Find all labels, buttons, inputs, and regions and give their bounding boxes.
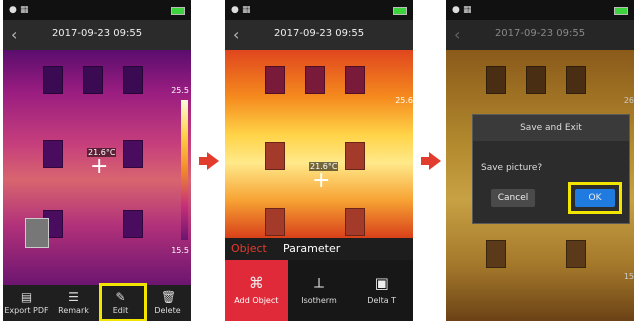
cancel-button[interactable]: Cancel [491,189,535,207]
status-bar: ● ▦ [3,0,191,20]
window [305,66,325,94]
delete-button[interactable]: 🗑 Delete [144,285,191,321]
scale-min-label: 15.5 [171,246,189,255]
crosshair-icon: + [312,168,331,193]
add-object-button[interactable]: ⌘ Add Object [225,260,288,321]
thermal-image: 25.6 21.6°C + [225,50,413,238]
battery-icon [614,7,628,15]
location-icon: ● [9,5,17,15]
status-bar: ● ▦ [446,0,634,20]
image-timestamp: 2017-09-23 09:55 [494,28,586,39]
remark-icon: ☰ [68,290,79,304]
scale-min-label: 15 [623,272,634,281]
image-timestamp: 2017-09-23 09:55 [273,28,365,39]
title-bar: ‹ 2017-09-23 09:55 [3,20,191,50]
status-bar: ● ▦ [225,0,413,20]
window [265,142,285,170]
delta-t-icon: ▣ [374,274,389,292]
window [83,66,103,94]
dialog-title: Save and Exit [473,115,629,141]
window [123,140,143,168]
window [265,66,285,94]
screen-view-image: ● ▦ ‹ 2017-09-23 09:55 25.5 15.5 21.6°C … [3,0,191,321]
screen-save-dialog: ● ▦ ‹ 2017-09-23 09:55 26 15 Save and Ex… [446,0,634,321]
window [265,208,285,236]
scale-max-label: 25.6 [395,96,413,105]
image-timestamp: 2017-09-23 09:55 [51,28,143,39]
scale-max-label: 26 [623,96,634,105]
edit-highlight [99,283,147,321]
pdf-icon: ▤ [20,290,33,304]
battery-icon [393,7,407,15]
window [43,66,63,94]
grid-icon: ▦ [242,5,251,15]
tab-parameter[interactable]: Parameter [283,242,340,255]
export-pdf-button[interactable]: ▤ Export PDF [3,285,50,321]
remark-button[interactable]: ☰ Remark [50,285,97,321]
battery-icon [171,7,185,15]
location-icon: ● [452,5,460,15]
window [345,66,365,94]
window [486,240,506,268]
isotherm-icon: ⟂ [313,274,324,292]
add-object-icon: ⌘ [248,274,264,292]
edit-tabs: Object Parameter [225,238,413,260]
visual-thumbnail[interactable] [25,218,49,248]
window [123,66,143,94]
screen-edit-objects: ● ▦ ‹ 2017-09-23 09:55 25.6 21.6°C + Obj… [225,0,413,321]
window [486,66,506,94]
location-icon: ● [231,5,239,15]
window [345,208,365,236]
window [526,66,546,94]
window [345,142,365,170]
window [43,140,63,168]
isotherm-button[interactable]: ⟂ Isotherm [288,260,351,321]
window [566,240,586,268]
delta-t-button[interactable]: ▣ Delta T [350,260,413,321]
grid-icon: ▦ [20,5,29,15]
title-bar: ‹ 2017-09-23 09:55 [225,20,413,50]
window [566,66,586,94]
crosshair-icon: + [90,154,109,179]
thermal-image: 25.5 15.5 21.6°C + [3,50,191,286]
object-toolbar: ⌘ Add Object ⟂ Isotherm ▣ Delta T [225,260,413,321]
window [123,210,143,238]
trash-icon: 🗑 [161,290,177,304]
grid-icon: ▦ [463,5,472,15]
dialog-message: Save picture? [481,163,543,173]
tab-object[interactable]: Object [231,242,267,255]
color-scale-bar [181,100,188,240]
save-exit-dialog: Save and Exit Save picture? Cancel OK [472,114,630,224]
title-bar: ‹ 2017-09-23 09:55 [446,20,634,50]
bottom-toolbar: ▤ Export PDF ☰ Remark ✎ Edit 🗑 Delete [3,285,191,321]
ok-highlight [568,182,622,214]
scale-max-label: 25.5 [171,86,189,95]
